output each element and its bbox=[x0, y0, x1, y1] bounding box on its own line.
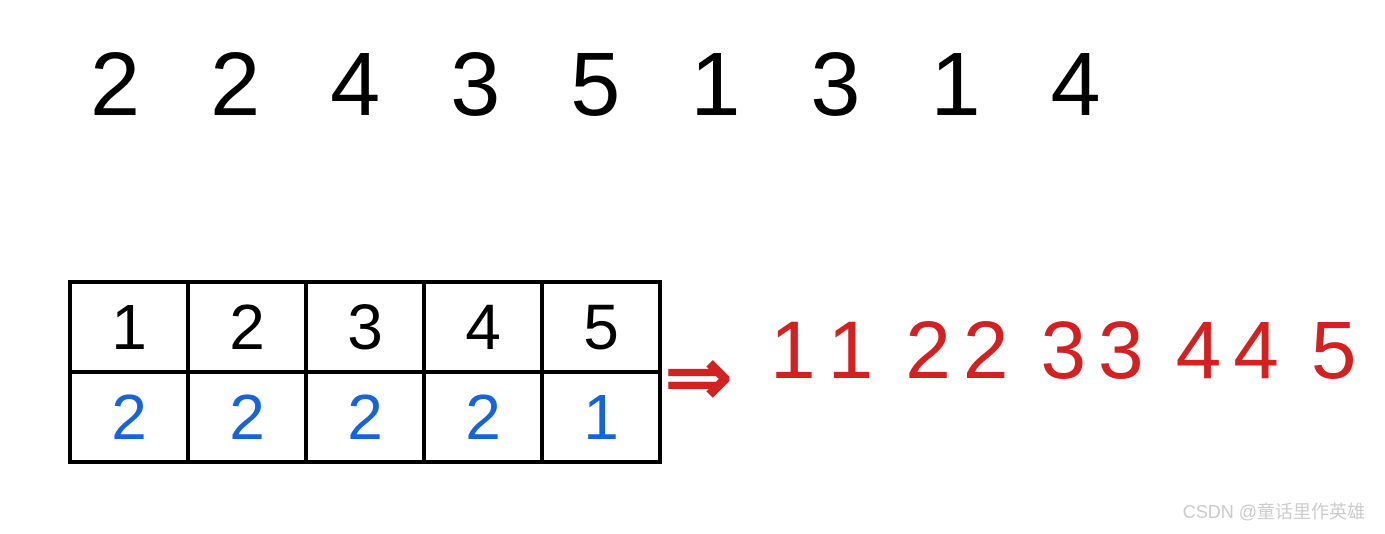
input-digit: 3 bbox=[450, 40, 500, 130]
header-cell: 3 bbox=[306, 282, 424, 372]
input-digit: 5 bbox=[570, 40, 620, 130]
count-cell: 2 bbox=[188, 372, 306, 462]
output-digit: 3 bbox=[1098, 310, 1144, 392]
count-cell: 1 bbox=[542, 372, 660, 462]
count-cell: 2 bbox=[424, 372, 542, 462]
input-digit: 1 bbox=[930, 40, 980, 130]
output-digit: 1 bbox=[770, 310, 816, 392]
output-digit: 2 bbox=[905, 310, 951, 392]
input-digit: 2 bbox=[90, 40, 140, 130]
header-cell: 5 bbox=[542, 282, 660, 372]
input-digit: 3 bbox=[810, 40, 860, 130]
input-digit: 1 bbox=[690, 40, 740, 130]
input-digit: 2 bbox=[210, 40, 260, 130]
count-table: 1 2 3 4 5 2 2 2 2 1 bbox=[68, 280, 662, 464]
input-sequence: 2 2 4 3 5 1 3 1 4 bbox=[90, 40, 1101, 130]
header-cell: 1 bbox=[70, 282, 188, 372]
header-cell: 4 bbox=[424, 282, 542, 372]
output-digit: 3 bbox=[1040, 310, 1086, 392]
output-digit: 2 bbox=[963, 310, 1009, 392]
header-cell: 2 bbox=[188, 282, 306, 372]
output-digit: 4 bbox=[1176, 310, 1222, 392]
output-sequence: 1 1 2 2 3 3 4 4 5 bbox=[770, 310, 1356, 392]
output-digit: 4 bbox=[1233, 310, 1279, 392]
output-digit: 5 bbox=[1311, 310, 1357, 392]
table-header-row: 1 2 3 4 5 bbox=[70, 282, 660, 372]
count-cell: 2 bbox=[306, 372, 424, 462]
input-digit: 4 bbox=[1051, 40, 1101, 130]
arrow-icon: ⇒ bbox=[665, 330, 732, 423]
output-digit: 1 bbox=[828, 310, 874, 392]
count-cell: 2 bbox=[70, 372, 188, 462]
watermark: CSDN @童话里作英雄 bbox=[1183, 498, 1365, 524]
input-digit: 4 bbox=[330, 40, 380, 130]
table-count-row: 2 2 2 2 1 bbox=[70, 372, 660, 462]
